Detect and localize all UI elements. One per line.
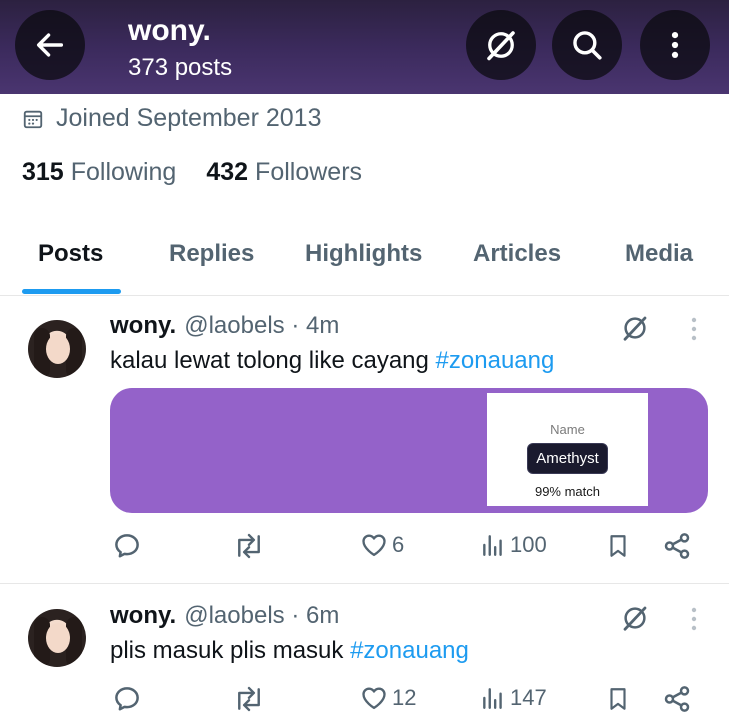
calendar-icon: [23, 110, 43, 128]
grok-icon: [487, 31, 515, 61]
more-vertical-icon: [671, 31, 679, 59]
card-image: Name Amethyst 99% match: [487, 393, 648, 506]
following-label: Following: [70, 158, 177, 186]
bookmark-button[interactable]: [605, 684, 631, 714]
repost-button[interactable]: [232, 531, 266, 561]
like-button[interactable]: 6: [360, 531, 404, 559]
author-handle: @laobels · 6m: [184, 602, 340, 629]
search-button[interactable]: [552, 10, 622, 80]
tab-posts[interactable]: Posts: [38, 240, 103, 268]
heart-icon: [362, 534, 386, 557]
repost-icon: [238, 686, 260, 712]
profile-header: wony. 373 posts: [0, 0, 729, 94]
grok-icon[interactable]: [620, 313, 650, 343]
grok-icon[interactable]: [620, 603, 650, 633]
reply-icon: [115, 534, 139, 558]
bookmark-icon: [610, 535, 626, 557]
like-count: 12: [392, 685, 417, 710]
post-count: 373 posts: [128, 54, 233, 81]
avatar[interactable]: [28, 320, 86, 378]
author-name[interactable]: wony.: [110, 602, 176, 630]
post-divider: [0, 583, 729, 584]
more-button[interactable]: [640, 10, 710, 80]
share-button[interactable]: [662, 531, 692, 561]
media-card[interactable]: Name Amethyst 99% match: [110, 388, 708, 513]
post-actions: 12 147: [0, 684, 729, 720]
followers-link[interactable]: 432 Followers: [206, 158, 362, 187]
heart-icon: [362, 687, 386, 710]
post-header: wony. @laobels · 6m: [110, 602, 339, 630]
card-name-label: Name: [550, 422, 585, 437]
tab-highlights[interactable]: Highlights: [305, 240, 422, 268]
post-header: wony. @laobels · 4m: [110, 312, 339, 340]
tab-articles[interactable]: Articles: [473, 240, 561, 268]
view-count: 100: [510, 532, 547, 557]
view-count: 147: [510, 685, 547, 710]
more-vertical-icon[interactable]: [690, 606, 698, 632]
repost-icon: [238, 533, 260, 559]
views-button[interactable]: 147: [480, 684, 547, 712]
author-handle: @laobels · 4m: [184, 312, 340, 339]
bookmark-icon: [610, 688, 626, 710]
reply-icon: [115, 687, 139, 711]
profile-name: wony.: [128, 14, 211, 47]
tab-replies[interactable]: Replies: [169, 240, 254, 268]
reply-button[interactable]: [112, 531, 142, 561]
search-icon: [573, 31, 602, 60]
tabs-divider: [0, 295, 729, 296]
share-icon: [664, 533, 690, 559]
repost-button[interactable]: [232, 684, 266, 714]
reply-button[interactable]: [112, 684, 142, 714]
post-actions: 6 100: [0, 531, 729, 567]
hashtag-link[interactable]: #zonauang: [350, 637, 469, 664]
views-icon: [483, 535, 502, 556]
following-count: 315: [22, 158, 64, 186]
views-button[interactable]: 100: [480, 531, 547, 559]
like-button[interactable]: 12: [360, 684, 416, 712]
back-button[interactable]: [15, 10, 85, 80]
followers-count: 432: [206, 158, 249, 186]
tab-media[interactable]: Media: [625, 240, 693, 268]
bookmark-button[interactable]: [605, 531, 631, 561]
card-value-pill: Amethyst: [527, 443, 608, 474]
follow-stats: 315 Following 432 Followers: [22, 158, 392, 187]
joined-date: Joined September 2013: [22, 104, 321, 133]
author-name[interactable]: wony.: [110, 312, 176, 340]
more-vertical-icon[interactable]: [690, 316, 698, 342]
arrow-left-icon: [36, 33, 64, 57]
card-match-text: 99% match: [534, 484, 601, 499]
avatar[interactable]: [28, 609, 86, 667]
following-link[interactable]: 315 Following: [22, 158, 176, 187]
share-icon: [664, 686, 690, 712]
hashtag-link[interactable]: #zonauang: [436, 347, 555, 374]
post-text: plis masuk plis masuk #zonauang: [110, 637, 469, 664]
active-tab-indicator: [22, 289, 121, 294]
views-icon: [483, 688, 502, 709]
share-button[interactable]: [662, 684, 692, 714]
joined-text: Joined September 2013: [56, 104, 322, 132]
post-text: kalau lewat tolong like cayang #zonauang: [110, 347, 555, 374]
grok-button[interactable]: [466, 10, 536, 80]
followers-label: Followers: [255, 158, 363, 186]
like-count: 6: [392, 532, 405, 557]
